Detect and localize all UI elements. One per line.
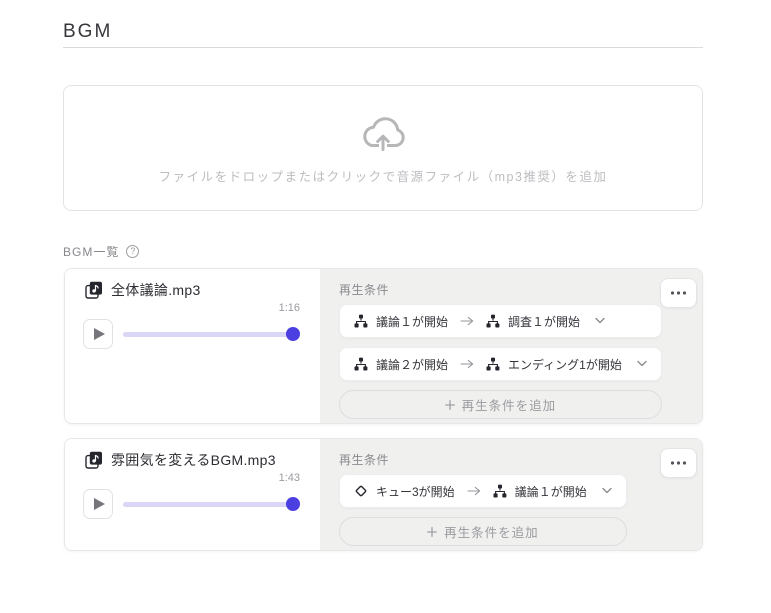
condition-from-label: キュー3が開始 (376, 483, 455, 500)
conditions-panel: 再生条件 議論１が開始 調査１が開始 議論２が開始 エンディング1が開始 (320, 269, 702, 423)
plus-icon (427, 527, 437, 537)
sitemap-icon (354, 357, 368, 371)
bgm-item-row: 全体議論.mp3 1:16 再生条件 議論１が開始 (64, 268, 703, 424)
add-condition-label: 再生条件を追加 (462, 395, 557, 414)
condition-to-label: 調査１が開始 (508, 313, 580, 330)
chevron-down-icon (637, 360, 647, 368)
more-options-button[interactable] (660, 448, 697, 478)
plus-icon (445, 400, 455, 410)
play-icon (94, 328, 105, 340)
conditions-label: 再生条件 (339, 451, 702, 465)
condition-to-label: 議論１が開始 (515, 483, 587, 500)
chevron-down-icon (602, 487, 612, 495)
slider-track (123, 332, 300, 337)
sitemap-icon (486, 357, 500, 371)
play-button[interactable] (83, 319, 113, 349)
file-dropzone[interactable]: ファイルをドロップまたはクリックで音源ファイル（mp3推奨）を追加 (63, 85, 703, 211)
seek-slider[interactable] (123, 497, 300, 511)
more-options-button[interactable] (660, 278, 697, 308)
condition-chip[interactable]: 議論２が開始 エンディング1が開始 (339, 347, 662, 381)
slider-thumb[interactable] (286, 327, 300, 341)
condition-from-label: 議論１が開始 (376, 313, 448, 330)
bgm-item-row: 雰囲気を変えるBGM.mp3 1:43 再生条件 キュー3が開始 (64, 438, 703, 551)
bgm-list-label: BGM一覧 (63, 243, 119, 260)
add-condition-button[interactable]: 再生条件を追加 (339, 390, 662, 419)
conditions-label: 再生条件 (339, 281, 702, 295)
sitemap-icon (354, 314, 368, 328)
seek-slider[interactable] (123, 327, 300, 341)
sitemap-icon (493, 484, 507, 498)
player-panel: 全体議論.mp3 1:16 (65, 269, 320, 423)
filename-label: 全体議論.mp3 (111, 280, 201, 300)
music-file-icon (85, 451, 103, 469)
sitemap-icon (486, 314, 500, 328)
condition-to-label: エンディング1が開始 (508, 356, 622, 373)
player-panel: 雰囲気を変えるBGM.mp3 1:43 (65, 439, 320, 550)
arrow-right-icon (460, 316, 474, 326)
bgm-settings-page: BGM ファイルをドロップまたはクリックで音源ファイル（mp3推奨）を追加 BG… (0, 0, 771, 613)
question-icon[interactable]: ? (126, 245, 139, 258)
conditions-panel: 再生条件 キュー3が開始 議論１が開始 再生条件を追加 (320, 439, 702, 550)
duration-label: 1:43 (83, 472, 300, 485)
arrow-right-icon (460, 359, 474, 369)
cloud-upload-icon (359, 114, 407, 154)
ellipsis-icon (670, 461, 687, 465)
duration-label: 1:16 (83, 302, 300, 315)
condition-from-label: 議論２が開始 (376, 356, 448, 373)
bgm-list-header: BGM一覧 ? (63, 243, 139, 260)
add-condition-label: 再生条件を追加 (444, 522, 539, 541)
diamond-icon (354, 484, 368, 498)
arrow-right-icon (467, 486, 481, 496)
play-icon (94, 498, 105, 510)
dropzone-hint: ファイルをドロップまたはクリックで音源ファイル（mp3推奨）を追加 (159, 166, 608, 185)
play-button[interactable] (83, 489, 113, 519)
slider-thumb[interactable] (286, 497, 300, 511)
chevron-down-icon (595, 317, 605, 325)
ellipsis-icon (670, 291, 687, 295)
add-condition-button[interactable]: 再生条件を追加 (339, 517, 627, 546)
title-divider (63, 47, 703, 48)
filename-label: 雰囲気を変えるBGM.mp3 (111, 450, 276, 470)
page-title: BGM (63, 21, 112, 43)
condition-chip[interactable]: 議論１が開始 調査１が開始 (339, 304, 662, 338)
slider-track (123, 502, 300, 507)
condition-chip[interactable]: キュー3が開始 議論１が開始 (339, 474, 627, 508)
music-file-icon (85, 281, 103, 299)
